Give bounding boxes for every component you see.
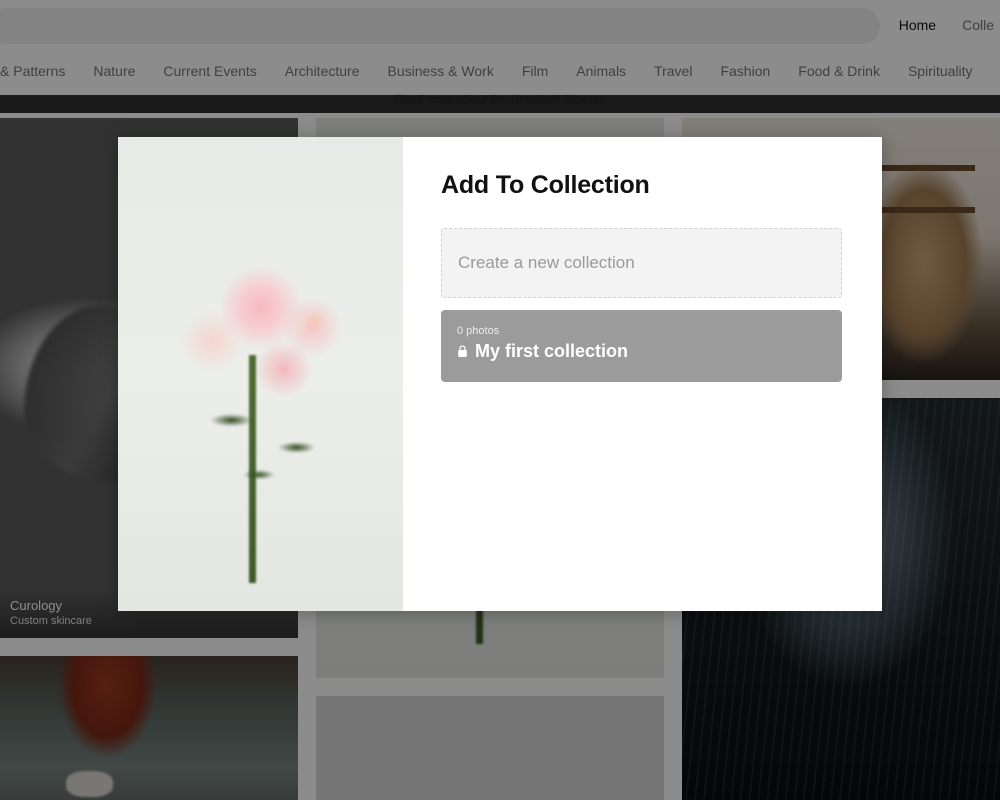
collection-photo-count: 0 photos [457,325,500,337]
modal-title: Add To Collection [441,171,650,199]
add-to-collection-modal: Add To Collection Create a new collectio… [118,137,882,611]
collection-name: My first collection [475,341,629,361]
collection-name-row: My first collection [457,340,826,362]
collection-list-item[interactable]: 0 photos My first collection [441,310,842,382]
create-new-collection-placeholder: Create a new collection [458,253,635,272]
modal-photo-preview [118,137,403,611]
screen: Home Colle & Patterns Nature Current Eve… [0,0,1000,800]
header-shadow-band [0,95,1000,113]
modal-body: Add To Collection Create a new collectio… [403,137,882,611]
create-new-collection-input[interactable]: Create a new collection [441,228,842,298]
lock-icon [457,344,468,358]
